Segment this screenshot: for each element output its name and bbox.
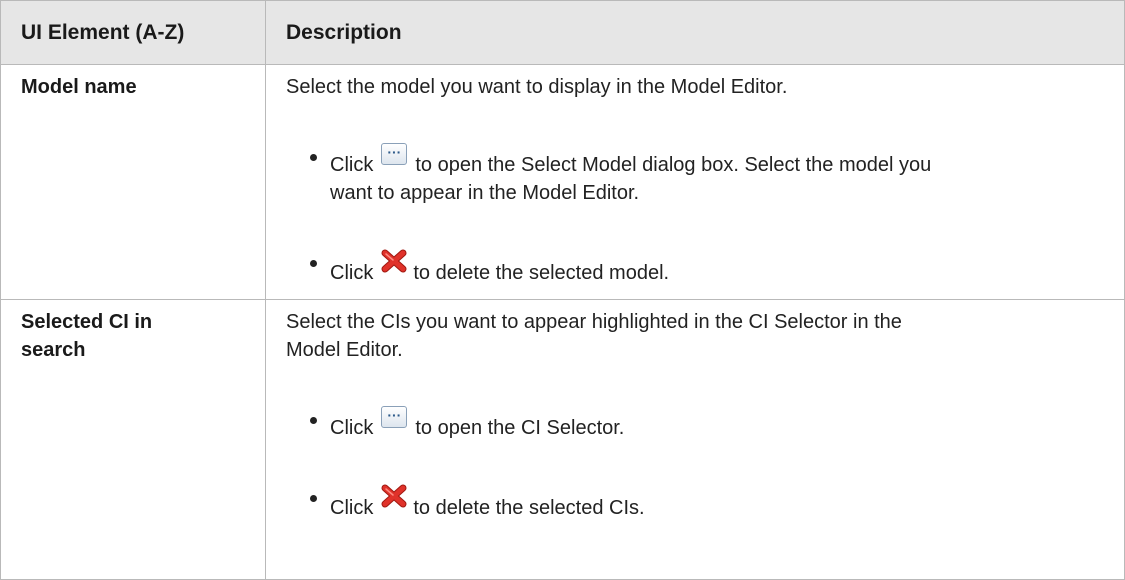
description-intro-line2: Model Editor. (286, 339, 403, 361)
element-name-text-continued: search (21, 339, 86, 361)
bullet-text: to delete the selected CIs. (413, 497, 645, 519)
bullet-list: Click ··· to open the Select Model dialog … (286, 143, 1104, 287)
list-item: Click to delete the selected CIs. (310, 484, 1104, 522)
description-cell: Select the CIs you want to appear highli… (265, 299, 1125, 580)
list-item: Click to delete the selected model. (310, 249, 1104, 287)
click-label: Click (330, 262, 374, 284)
table-row: Model name Select the model you want to … (0, 64, 1125, 300)
red-x-delete-icon (381, 249, 407, 273)
list-item: Click ··· to open the Select Model dialog … (310, 143, 1104, 207)
red-x-delete-icon (381, 484, 407, 508)
column-header-description: Description (265, 0, 1125, 65)
bullet-text-continued: want to appear in the Model Editor. (330, 182, 640, 204)
ellipsis-button-icon: ··· (381, 143, 408, 165)
description-cell: Select the model you want to display in … (265, 64, 1125, 300)
click-label: Click (330, 497, 374, 519)
description-intro-line1: Select the CIs you want to appear highli… (286, 311, 902, 333)
click-label: Click (330, 154, 374, 176)
click-label: Click (330, 417, 374, 439)
bullet-text: to delete the selected model. (413, 262, 670, 284)
element-name-selected-ci: Selected CI in search (0, 299, 266, 580)
ellipsis-button-icon: ··· (381, 406, 408, 428)
element-name-text: Model name (21, 76, 137, 98)
bullet-text: to open the Select Model dialog box. Sel… (415, 154, 932, 176)
list-item: Click ··· to open the CI Selector. (310, 406, 1104, 442)
bullet-text: to open the CI Selector. (415, 417, 625, 439)
column-header-ui-element: UI Element (A-Z) (0, 0, 266, 65)
table-row: Selected CI in search Select the CIs you… (0, 299, 1125, 580)
table-header-row: UI Element (A-Z) Description (0, 0, 1125, 65)
element-name-text: Selected CI in (21, 311, 153, 333)
description-intro: Select the CIs you want to appear highli… (286, 308, 1104, 364)
bullet-list: Click ··· to open the CI Selector. Click t… (286, 406, 1104, 522)
description-intro: Select the model you want to display in … (286, 76, 788, 98)
ui-elements-table: UI Element (A-Z) Description Model name … (0, 0, 1125, 580)
element-name-model-name: Model name (0, 64, 266, 300)
